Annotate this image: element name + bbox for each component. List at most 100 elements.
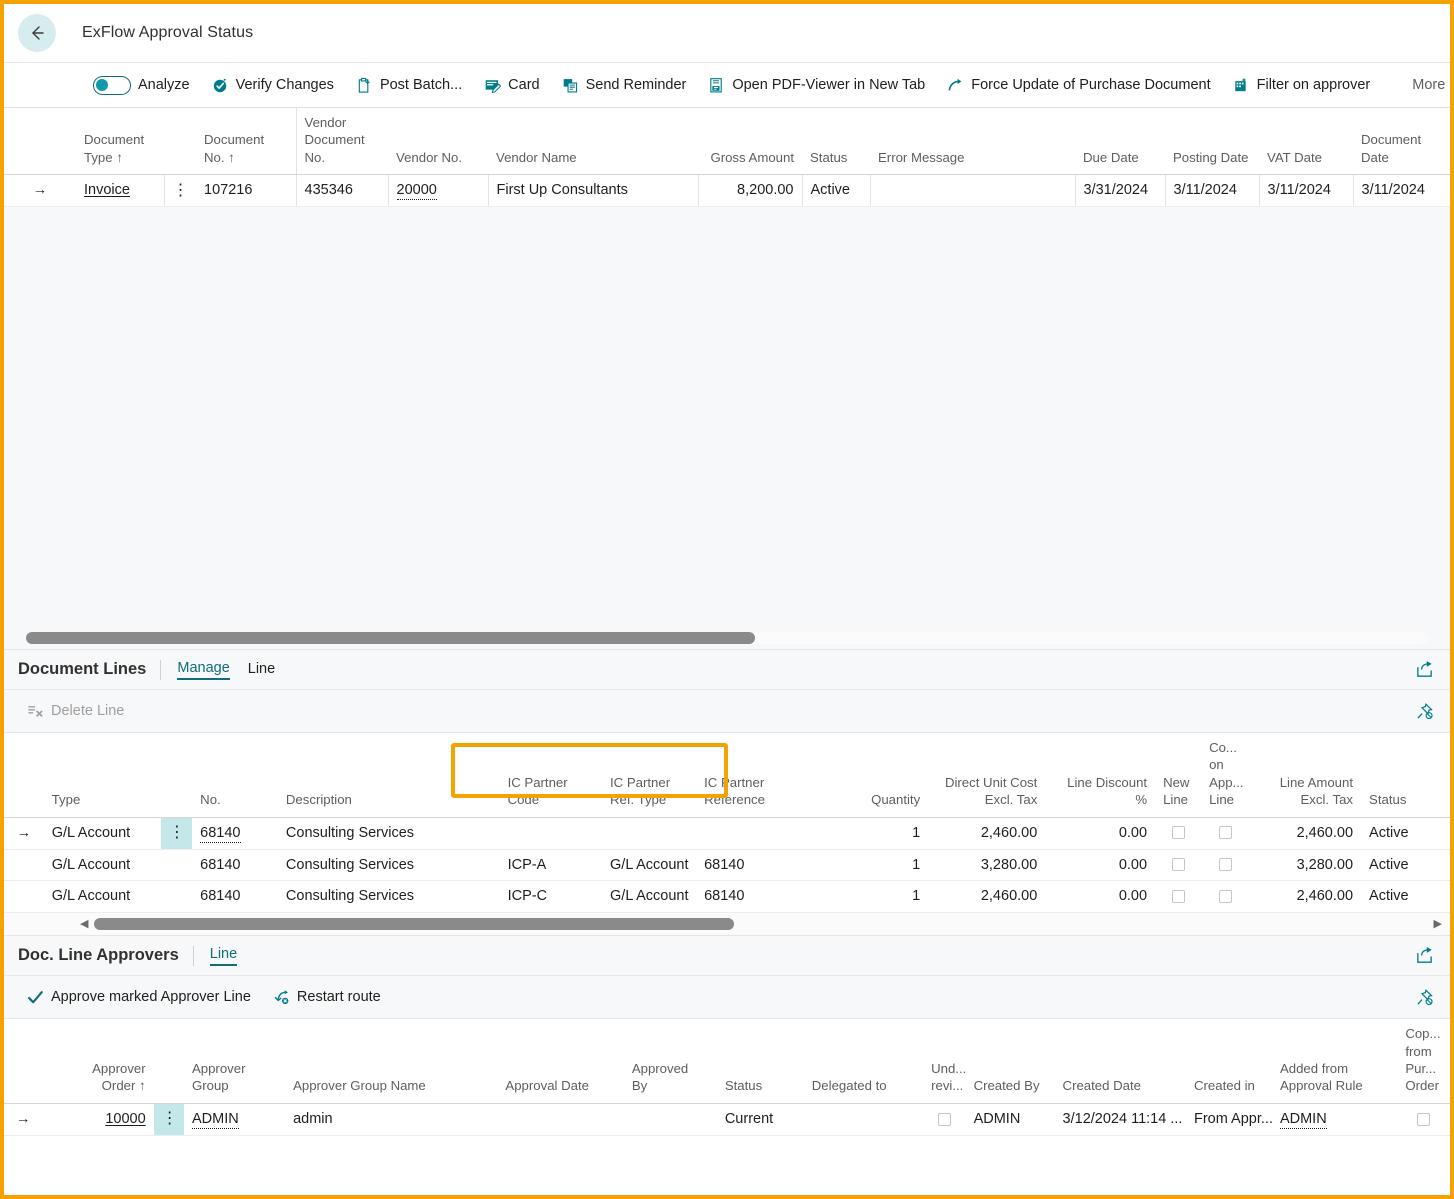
filter-on-approver-button[interactable]: Filter on approver [1222, 63, 1382, 107]
th-copy-from-pur-order[interactable]: Cop... from Pur... Order [1397, 1019, 1450, 1103]
th-under-review[interactable]: Und... revi... [923, 1019, 965, 1103]
th-vendor-document-no[interactable]: Vendor Document No. [296, 108, 388, 175]
approve-marked-line-button[interactable]: Approve marked Approver Line [16, 977, 262, 1017]
checkbox[interactable] [1219, 890, 1232, 903]
row-options-button[interactable]: ⋮ [164, 175, 196, 207]
th-vendor-no[interactable]: Vendor No. [388, 108, 488, 175]
document-lines-hscrollbar[interactable]: ◀ ▶ [4, 913, 1450, 935]
th-approval-date[interactable]: Approval Date [497, 1019, 623, 1103]
cell-line-discount[interactable]: 0.00 [1045, 817, 1155, 849]
cell-line-discount[interactable]: 0.00 [1045, 849, 1155, 881]
th-vat-date[interactable]: VAT Date [1259, 108, 1353, 175]
scroll-thumb[interactable] [94, 918, 734, 930]
cell-line-status[interactable]: Active [1361, 849, 1450, 881]
scroll-track[interactable] [94, 918, 1427, 930]
row-options-button[interactable]: ⋮ [154, 1103, 184, 1135]
cell-created-by[interactable]: ADMIN [966, 1103, 1055, 1135]
cell-approver-status[interactable]: Current [717, 1103, 804, 1135]
th-approver-group[interactable]: Approver Group [184, 1019, 285, 1103]
row-options-button[interactable]: ⋮ [161, 817, 192, 849]
post-batch-button[interactable]: Post Batch... [345, 63, 473, 107]
cell-line-description[interactable]: Consulting Services [278, 849, 500, 881]
th-ic-partner-code[interactable]: IC Partner Code [500, 733, 602, 817]
checkbox[interactable] [1219, 858, 1232, 871]
th-approver-order[interactable]: Approver Order ↑ [42, 1019, 153, 1103]
tab-manage[interactable]: Manage [177, 660, 229, 680]
cell-direct-unit-cost[interactable]: 2,460.00 [928, 817, 1045, 849]
cell-ic-partner-ref-type[interactable]: G/L Account [602, 849, 696, 881]
cell-added-from-rule[interactable]: ADMIN [1272, 1103, 1397, 1135]
checkbox[interactable] [1172, 826, 1185, 839]
th-due-date[interactable]: Due Date [1075, 108, 1165, 175]
back-button[interactable] [18, 14, 56, 52]
cell-vat-date[interactable]: 3/11/2024 [1259, 175, 1353, 207]
cell-document-no[interactable]: 107216 [196, 175, 296, 207]
checkbox[interactable] [1219, 826, 1232, 839]
cell-line-status[interactable]: Active [1361, 817, 1450, 849]
cell-due-date[interactable]: 3/31/2024 [1075, 175, 1165, 207]
cell-document-date[interactable]: 3/11/2024 [1353, 175, 1450, 207]
cell-quantity[interactable]: 1 [813, 817, 928, 849]
cell-direct-unit-cost[interactable]: 2,460.00 [928, 881, 1045, 913]
cell-line-no[interactable]: 68140 [192, 817, 278, 849]
table-row[interactable]: G/L Account68140Consulting ServicesICP-C… [4, 881, 1450, 913]
cell-line-type[interactable]: G/L Account [44, 817, 161, 849]
cell-ic-partner-code[interactable]: ICP-C [500, 881, 602, 913]
cell-error-message[interactable] [870, 175, 1075, 207]
send-reminder-button[interactable]: Send Reminder [551, 63, 698, 107]
cell-line-amount[interactable]: 3,280.00 [1249, 849, 1361, 881]
table-row[interactable]: G/L Account68140Consulting ServicesICP-A… [4, 849, 1450, 881]
th-added-from-rule[interactable]: Added from Approval Rule [1272, 1019, 1397, 1103]
cell-direct-unit-cost[interactable]: 3,280.00 [928, 849, 1045, 881]
cell-line-discount[interactable]: 0.00 [1045, 881, 1155, 913]
cell-line-type[interactable]: G/L Account [44, 881, 161, 913]
cell-line-type[interactable]: G/L Account [44, 849, 161, 881]
th-status[interactable]: Status [802, 108, 870, 175]
cell-ic-partner-code[interactable]: ICP-A [500, 849, 602, 881]
table-row[interactable]: →G/L Account⋮68140Consulting Services12,… [4, 817, 1450, 849]
cell-ic-partner-code[interactable] [500, 817, 602, 849]
th-created-by[interactable]: Created By [966, 1019, 1055, 1103]
cell-new-line[interactable] [1155, 849, 1201, 881]
cell-copy-on-app-line[interactable] [1201, 817, 1249, 849]
scroll-left-icon[interactable]: ◀ [80, 919, 88, 930]
cell-new-line[interactable] [1155, 881, 1201, 913]
cell-approved-by[interactable] [624, 1103, 717, 1135]
th-direct-unit-cost[interactable]: Direct Unit Cost Excl. Tax [928, 733, 1045, 817]
tab-line[interactable]: Line [248, 661, 275, 679]
th-line-discount[interactable]: Line Discount % [1045, 733, 1155, 817]
scroll-thumb[interactable] [26, 632, 755, 644]
cell-new-line[interactable] [1155, 817, 1201, 849]
checkbox[interactable] [938, 1113, 951, 1126]
cell-line-description[interactable]: Consulting Services [278, 881, 500, 913]
th-created-date[interactable]: Created Date [1055, 1019, 1186, 1103]
th-error-message[interactable]: Error Message [870, 108, 1075, 175]
cell-line-description[interactable]: Consulting Services [278, 817, 500, 849]
cell-approver-group-name[interactable]: admin [285, 1103, 497, 1135]
cell-copy-from-pur-order[interactable] [1397, 1103, 1450, 1135]
cell-ic-partner-reference[interactable]: 68140 [696, 881, 813, 913]
th-posting-date[interactable]: Posting Date [1165, 108, 1259, 175]
more-options-button[interactable]: More options [1401, 63, 1454, 107]
th-approved-by[interactable]: Approved By [624, 1019, 717, 1103]
cell-line-no[interactable]: 68140 [192, 881, 278, 913]
unpin-icon[interactable] [1409, 698, 1440, 725]
cell-ic-partner-ref-type[interactable]: G/L Account [602, 881, 696, 913]
th-approver-status[interactable]: Status [717, 1019, 804, 1103]
cell-approver-group[interactable]: ADMIN [184, 1103, 285, 1135]
cell-ic-partner-ref-type[interactable] [602, 817, 696, 849]
cell-quantity[interactable]: 1 [813, 881, 928, 913]
cell-ic-partner-reference[interactable]: 68140 [696, 849, 813, 881]
th-quantity[interactable]: Quantity [813, 733, 928, 817]
cell-ic-partner-reference[interactable] [696, 817, 813, 849]
cell-under-review[interactable] [923, 1103, 965, 1135]
cell-copy-on-app-line[interactable] [1201, 881, 1249, 913]
force-update-button[interactable]: Force Update of Purchase Document [936, 63, 1221, 107]
toggle-switch-icon[interactable] [93, 76, 131, 95]
cell-vendor-no[interactable]: 20000 [388, 175, 488, 207]
cell-copy-on-app-line[interactable] [1201, 849, 1249, 881]
table-row[interactable]: →10000⋮ADMINadminCurrentADMIN3/12/2024 1… [4, 1103, 1450, 1135]
cell-created-date[interactable]: 3/12/2024 11:14 ... [1055, 1103, 1186, 1135]
cell-line-no[interactable]: 68140 [192, 849, 278, 881]
card-button[interactable]: Card [473, 63, 550, 107]
